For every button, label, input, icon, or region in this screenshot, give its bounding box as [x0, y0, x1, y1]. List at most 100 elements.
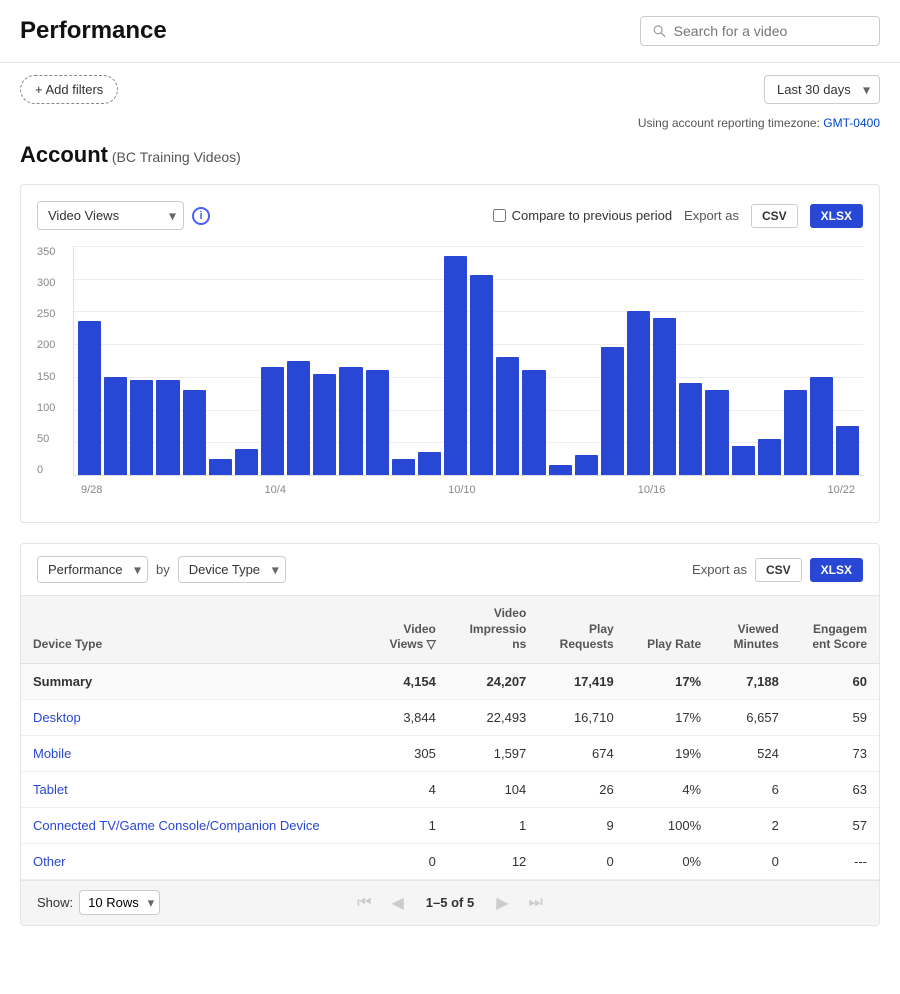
row-play-requests: 0: [538, 843, 625, 879]
summary-video-views: 4,154: [369, 663, 448, 699]
chart-bar: [627, 311, 650, 475]
row-play-rate: 17%: [626, 699, 713, 735]
chart-bar: [130, 380, 153, 475]
table-toolbar-left: Performance by Device Type: [37, 556, 286, 583]
chart-bar: [549, 465, 572, 475]
chart-bar: [444, 256, 467, 475]
chart-bar: [418, 452, 441, 475]
chart-area: 350 300 250 200 150 100 50 0 9/28 10/4 1…: [37, 246, 863, 506]
device-type-select[interactable]: Device Type: [178, 556, 286, 583]
col-video-views: VideoViews ▽: [369, 596, 448, 663]
chart-container: Video Views Video Impressions Play Rate …: [20, 184, 880, 523]
table-export-label: Export as: [692, 562, 747, 577]
summary-video-impressions: 24,207: [448, 663, 538, 699]
chart-toolbar-right: Compare to previous period Export as CSV…: [493, 204, 863, 228]
last-page-button[interactable]: ⏭: [523, 892, 549, 914]
show-rows: Show: 10 Rows 25 Rows 50 Rows: [37, 890, 160, 915]
table-row: Mobile 305 1,597 674 19% 524 73: [21, 735, 879, 771]
row-video-impressions: 22,493: [448, 699, 538, 735]
col-viewed-minutes: ViewedMinutes: [713, 596, 791, 663]
row-device-type[interactable]: Tablet: [21, 771, 369, 807]
chart-bar: [732, 446, 755, 475]
row-play-rate: 4%: [626, 771, 713, 807]
row-video-views: 0: [369, 843, 448, 879]
chart-bar: [209, 459, 232, 475]
row-video-impressions: 12: [448, 843, 538, 879]
search-input[interactable]: [674, 23, 867, 39]
row-engagement-score: 57: [791, 807, 879, 843]
table-export-xlsx-button[interactable]: XLSX: [810, 558, 863, 582]
row-video-impressions: 1: [448, 807, 538, 843]
row-play-rate: 19%: [626, 735, 713, 771]
row-device-type[interactable]: Connected TV/Game Console/Companion Devi…: [21, 807, 369, 843]
chart-bar: [339, 367, 362, 475]
table-row: Tablet 4 104 26 4% 6 63: [21, 771, 879, 807]
summary-play-rate: 17%: [626, 663, 713, 699]
table-row: Connected TV/Game Console/Companion Devi…: [21, 807, 879, 843]
rows-select-wrapper: 10 Rows 25 Rows 50 Rows: [79, 890, 160, 915]
account-section: Account (BC Training Videos): [0, 138, 900, 184]
row-video-views: 4: [369, 771, 448, 807]
col-engagement-score: Engagement Score: [791, 596, 879, 663]
compare-checkbox[interactable]: Compare to previous period: [493, 208, 672, 223]
add-filters-button[interactable]: + Add filters: [20, 75, 118, 104]
performance-select[interactable]: Performance: [37, 556, 148, 583]
chart-export-xlsx-button[interactable]: XLSX: [810, 204, 863, 228]
chart-toolbar: Video Views Video Impressions Play Rate …: [37, 201, 863, 230]
chart-bar: [601, 347, 624, 475]
chart-bar: [366, 370, 389, 475]
chart-bar: [156, 380, 179, 475]
compare-checkbox-input[interactable]: [493, 209, 506, 222]
row-play-requests: 16,710: [538, 699, 625, 735]
chart-bar: [470, 275, 493, 475]
row-viewed-minutes: 2: [713, 807, 791, 843]
chart-bar: [313, 374, 336, 475]
row-play-requests: 9: [538, 807, 625, 843]
export-label: Export as: [684, 208, 739, 223]
date-range-select[interactable]: Last 30 days Last 7 days Last 90 days: [764, 75, 880, 104]
first-page-button[interactable]: ⏮: [351, 892, 377, 914]
table-row: Other 0 12 0 0% 0 ---: [21, 843, 879, 879]
search-box[interactable]: [640, 16, 880, 46]
bars-area: [73, 246, 863, 476]
timezone-link[interactable]: GMT-0400: [823, 116, 880, 130]
chart-toolbar-left: Video Views Video Impressions Play Rate …: [37, 201, 210, 230]
metric-select[interactable]: Video Views Video Impressions Play Rate: [37, 201, 184, 230]
row-play-requests: 674: [538, 735, 625, 771]
summary-engagement-score: 60: [791, 663, 879, 699]
date-range-wrapper: Last 30 days Last 7 days Last 90 days: [764, 75, 880, 104]
row-device-type[interactable]: Desktop: [21, 699, 369, 735]
row-play-rate: 100%: [626, 807, 713, 843]
row-viewed-minutes: 6: [713, 771, 791, 807]
account-title: Account: [20, 142, 108, 167]
prev-page-button[interactable]: ◀: [385, 891, 409, 915]
row-engagement-score: 63: [791, 771, 879, 807]
timezone-row: Using account reporting timezone: GMT-04…: [0, 116, 900, 138]
chart-bar: [758, 439, 781, 475]
chart-bar: [679, 383, 702, 475]
next-page-button[interactable]: ▶: [490, 891, 514, 915]
search-icon: [653, 24, 666, 38]
row-device-type[interactable]: Other: [21, 843, 369, 879]
row-viewed-minutes: 524: [713, 735, 791, 771]
device-type-select-wrapper: Device Type: [178, 556, 286, 583]
metric-select-wrapper: Video Views Video Impressions Play Rate: [37, 201, 184, 230]
col-play-rate: Play Rate: [626, 596, 713, 663]
info-icon[interactable]: i: [192, 207, 210, 225]
row-viewed-minutes: 0: [713, 843, 791, 879]
row-video-impressions: 1,597: [448, 735, 538, 771]
chart-bar: [496, 357, 519, 475]
chart-bar: [392, 459, 415, 475]
row-engagement-score: 59: [791, 699, 879, 735]
summary-row: Summary 4,154 24,207 17,419 17% 7,188 60: [21, 663, 879, 699]
row-engagement-score: 73: [791, 735, 879, 771]
table-export-csv-button[interactable]: CSV: [755, 558, 802, 582]
chart-bar: [522, 370, 545, 475]
row-device-type[interactable]: Mobile: [21, 735, 369, 771]
rows-select[interactable]: 10 Rows 25 Rows 50 Rows: [79, 890, 160, 915]
chart-export-csv-button[interactable]: CSV: [751, 204, 798, 228]
chart-bar: [810, 377, 833, 475]
show-label: Show:: [37, 895, 73, 910]
row-engagement-score: ---: [791, 843, 879, 879]
chart-bar: [653, 318, 676, 475]
